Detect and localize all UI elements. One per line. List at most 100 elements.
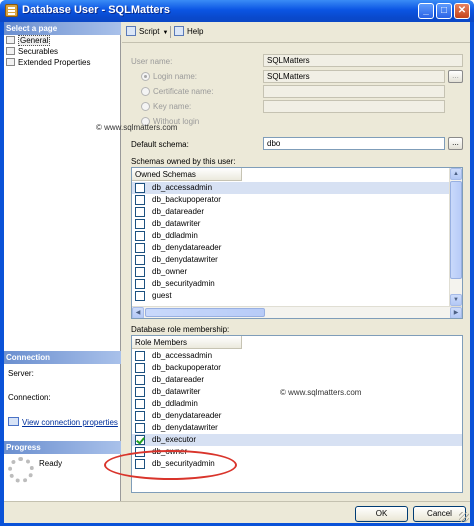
owned-schemas-vertical-scrollbar[interactable]: ▲ ▼	[449, 168, 462, 306]
owned-schemas-horizontal-scrollbar[interactable]: ◀ ▶	[132, 306, 462, 318]
owned-schemas-list: Owned Schemas db_accessadmin db_backupop…	[131, 167, 463, 319]
default-schema-browse-button[interactable]: ...	[448, 137, 463, 150]
ok-button[interactable]: OK	[355, 506, 408, 522]
certificate-name-radio[interactable]	[141, 87, 150, 96]
list-item[interactable]: db_denydatareader	[132, 242, 450, 254]
dialog-button-bar: OK Cancel	[4, 501, 470, 523]
login-name-browse-button[interactable]: ...	[448, 70, 463, 83]
list-item[interactable]: db_accessadmin	[132, 350, 462, 362]
select-page-header: Select a page	[4, 22, 121, 35]
default-schema-label: Default schema:	[131, 140, 189, 149]
help-button[interactable]: Help	[174, 26, 203, 38]
scroll-left-icon[interactable]: ◀	[132, 307, 144, 318]
key-name-field[interactable]	[263, 100, 445, 113]
default-schema-field[interactable]: dbo	[263, 137, 445, 150]
role-checkbox[interactable]	[135, 423, 145, 433]
role-checkbox[interactable]	[135, 351, 145, 361]
page-icon	[6, 36, 15, 44]
maximize-button[interactable]: □	[436, 3, 452, 19]
page-item-extended-properties[interactable]: Extended Properties	[6, 57, 91, 68]
watermark-bottom: © www.sqlmatters.com	[280, 388, 362, 397]
page-icon	[6, 47, 15, 55]
minimize-button[interactable]: _	[418, 3, 434, 19]
toolbar-separator	[170, 26, 171, 38]
page-item-securables[interactable]: Securables	[6, 46, 58, 57]
connection-label: Connection:	[8, 393, 51, 402]
list-item[interactable]: db_owner	[132, 266, 450, 278]
key-name-radio[interactable]	[141, 102, 150, 111]
schema-checkbox[interactable]	[135, 219, 145, 229]
user-name-field[interactable]: SQLMatters	[263, 54, 463, 67]
list-item[interactable]: db_ddladmin	[132, 398, 462, 410]
list-item[interactable]: db_datareader	[132, 374, 462, 386]
toolbar: Script ▼ Help	[122, 22, 470, 42]
progress-status: Ready	[39, 459, 63, 468]
scroll-right-icon[interactable]: ▶	[450, 307, 462, 318]
database-user-icon	[5, 4, 18, 17]
toolbar-divider	[122, 42, 470, 43]
role-checkbox[interactable]	[135, 363, 145, 373]
connection-header: Connection	[4, 351, 121, 364]
dialog-client: Select a page General Securables Extende…	[4, 22, 470, 523]
view-connection-properties-link[interactable]: View connection properties	[8, 417, 118, 428]
list-item[interactable]: db_backupoperator	[132, 194, 450, 206]
role-checkbox[interactable]	[135, 399, 145, 409]
login-name-radio[interactable]	[141, 72, 150, 81]
list-item[interactable]: db_executor	[132, 434, 462, 446]
role-members-column-header[interactable]: Role Members	[132, 336, 242, 349]
connection-properties-icon	[8, 417, 19, 426]
schema-checkbox[interactable]	[135, 207, 145, 217]
script-button[interactable]: Script ▼	[126, 26, 168, 38]
scroll-thumb[interactable]	[145, 308, 265, 317]
role-checkbox[interactable]	[135, 375, 145, 385]
schema-checkbox[interactable]	[135, 243, 145, 253]
list-item[interactable]: db_datareader	[132, 206, 450, 218]
role-checkbox[interactable]	[135, 411, 145, 421]
title-bar[interactable]: Database User - SQLMatters _ □ ✕	[0, 0, 474, 22]
user-name-label: User name:	[131, 57, 173, 66]
window-title: Database User - SQLMatters	[22, 4, 170, 16]
list-item[interactable]: db_denydatawriter	[132, 254, 450, 266]
close-button[interactable]: ✕	[454, 3, 470, 19]
key-name-label: Key name:	[153, 102, 192, 111]
list-item[interactable]: db_accessadmin	[132, 182, 450, 194]
login-name-label: Login name:	[153, 72, 198, 81]
role-checkbox[interactable]	[135, 387, 145, 397]
scroll-down-icon[interactable]: ▼	[450, 294, 462, 306]
list-item[interactable]: db_datawriter	[132, 218, 450, 230]
schemas-owned-label: Schemas owned by this user:	[131, 157, 236, 166]
chevron-down-icon: ▼	[162, 30, 169, 36]
list-item[interactable]: db_denydatareader	[132, 410, 462, 422]
owned-schemas-column-header[interactable]: Owned Schemas	[132, 168, 242, 181]
schema-checkbox[interactable]	[135, 255, 145, 265]
left-panel: Select a page General Securables Extende…	[4, 22, 121, 501]
server-label: Server:	[8, 369, 34, 378]
progress-header: Progress	[4, 441, 121, 454]
highlight-ellipse	[104, 450, 237, 480]
resize-grip-icon[interactable]	[459, 512, 469, 522]
scroll-thumb[interactable]	[450, 181, 462, 279]
certificate-name-label: Certificate name:	[153, 87, 214, 96]
list-item[interactable]: db_ddladmin	[132, 230, 450, 242]
help-icon	[174, 26, 184, 36]
list-item[interactable]: guest	[132, 290, 450, 302]
schema-checkbox[interactable]	[135, 267, 145, 277]
scroll-up-icon[interactable]: ▲	[450, 168, 462, 180]
watermark-top: © www.sqlmatters.com	[96, 123, 178, 132]
schema-checkbox[interactable]	[135, 279, 145, 289]
page-item-general[interactable]: General	[6, 35, 51, 46]
list-item[interactable]: db_backupoperator	[132, 362, 462, 374]
progress-spinner-icon	[8, 457, 34, 483]
general-page-panel: Script ▼ Help User name: SQLMatters Login…	[96, 22, 470, 501]
certificate-name-field[interactable]	[263, 85, 445, 98]
page-icon	[6, 58, 15, 66]
login-name-field[interactable]: SQLMatters	[263, 70, 445, 83]
role-checkbox-checked[interactable]	[135, 435, 145, 445]
schema-checkbox[interactable]	[135, 291, 145, 301]
list-item[interactable]: db_denydatawriter	[132, 422, 462, 434]
role-membership-label: Database role membership:	[131, 325, 230, 334]
schema-checkbox[interactable]	[135, 231, 145, 241]
schema-checkbox[interactable]	[135, 183, 145, 193]
list-item[interactable]: db_securityadmin	[132, 278, 450, 290]
schema-checkbox[interactable]	[135, 195, 145, 205]
